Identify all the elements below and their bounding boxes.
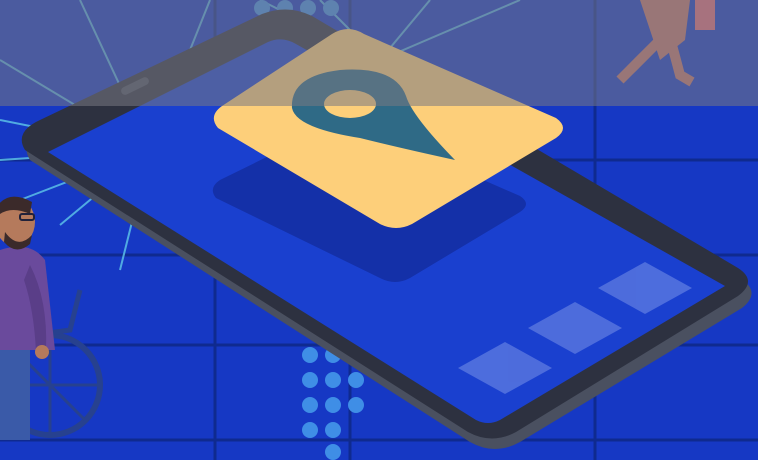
illustration-stage [0,0,758,460]
illustration-canvas [0,0,758,460]
